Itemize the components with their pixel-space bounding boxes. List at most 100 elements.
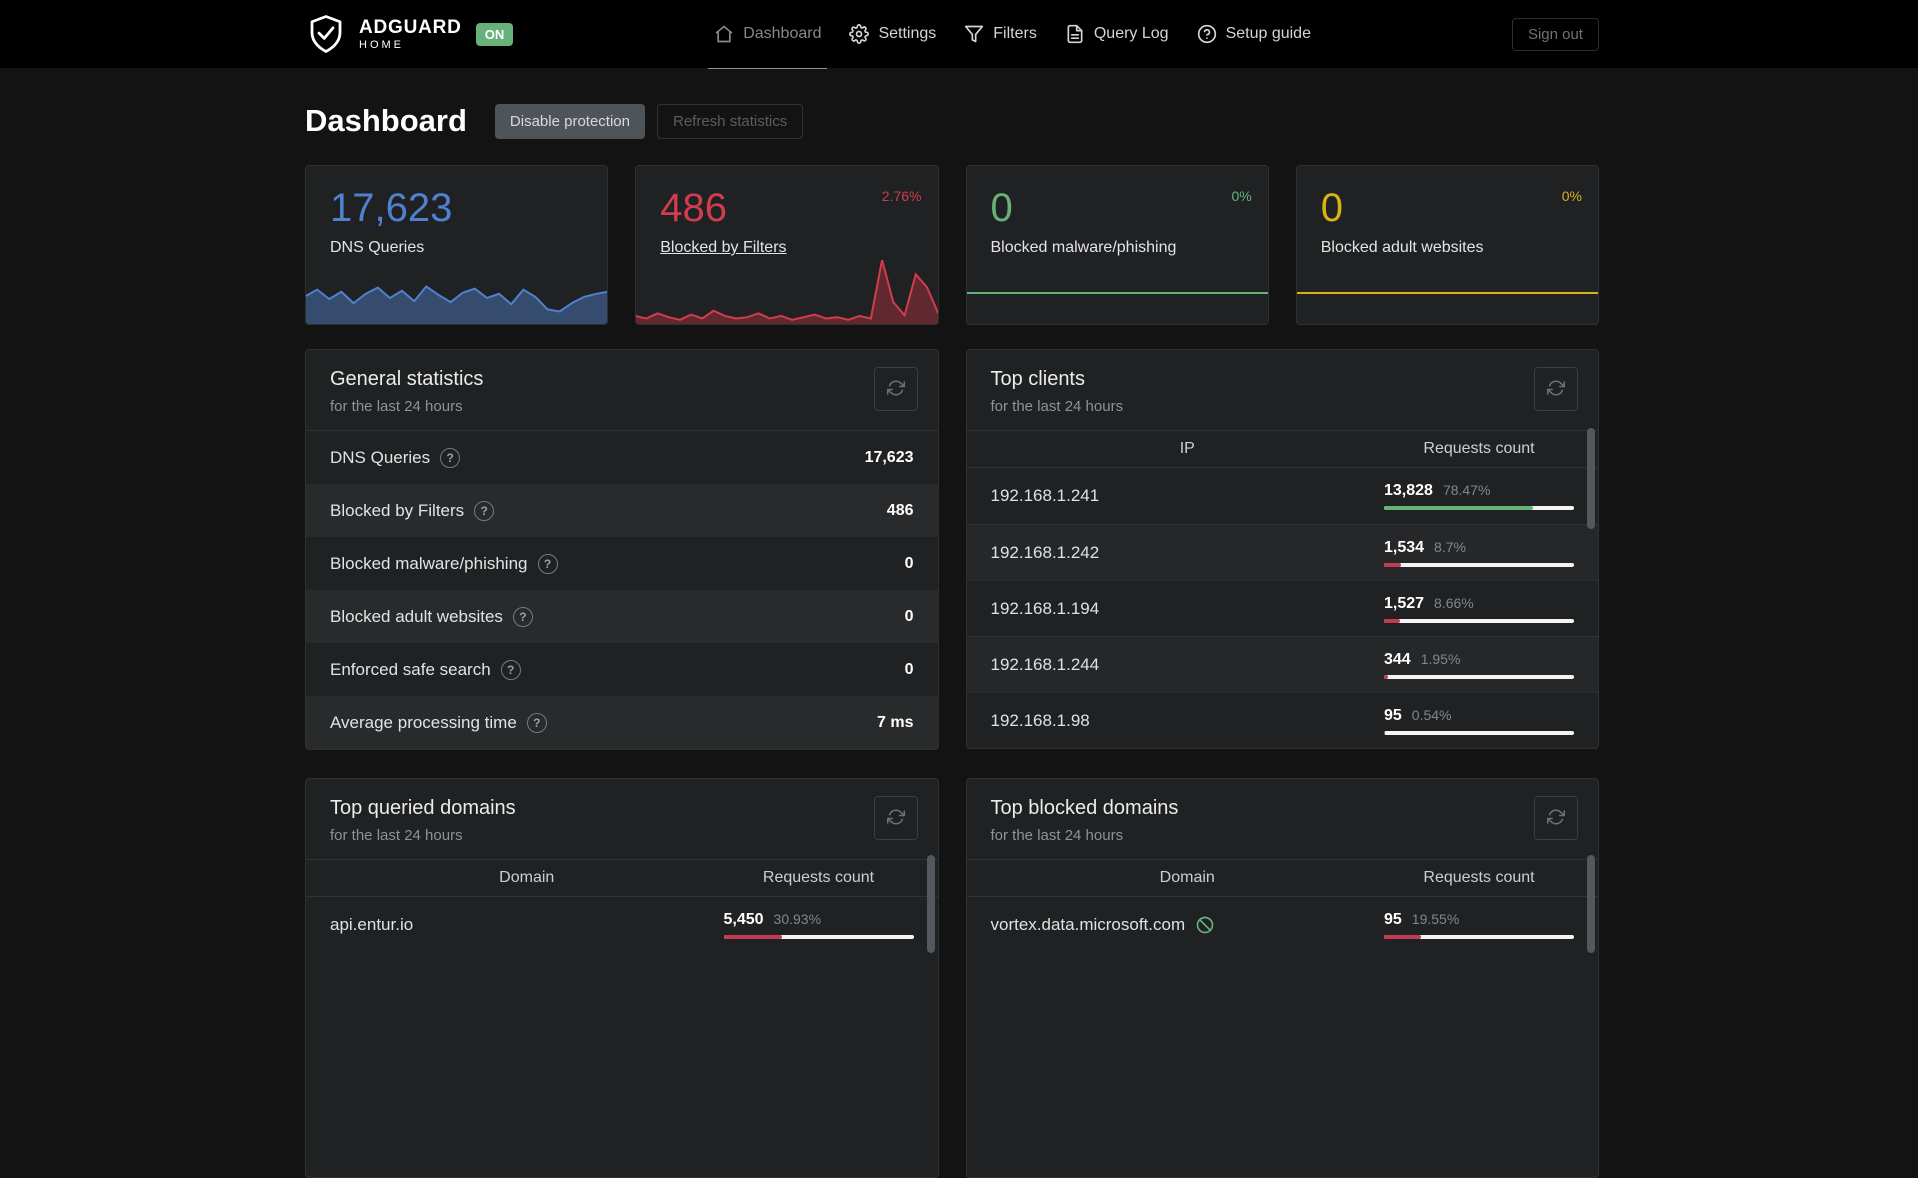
stat-label: Blocked adult websites [1320,239,1484,256]
card-header: General statistics for the last 24 hours [306,350,938,431]
domain-cell: api.entur.io [330,915,724,935]
disable-protection-button[interactable]: Disable protection [494,103,645,139]
top-clients-card: Top clients for the last 24 hours IP Req… [965,349,1599,749]
requests-count: 95 [1384,706,1402,724]
refresh-card-button[interactable] [1534,367,1578,411]
protection-status-badge: ON [475,22,514,46]
title-row: Dashboard Disable protection Refresh sta… [305,68,1599,139]
general-statistics-card: General statistics for the last 24 hours… [305,349,939,750]
card-title: General statistics [330,368,484,390]
help-icon[interactable]: ? [500,659,521,680]
help-icon[interactable]: ? [537,553,558,574]
table-row: api.entur.io 5,450 30.93% [306,897,938,953]
card-subtitle: for the last 24 hours [330,398,463,415]
column-requests-count: Requests count [762,869,875,886]
client-ip: 192.168.1.244 [990,654,1100,674]
client-ip: 192.168.1.242 [990,542,1100,562]
nav-item-label: Query Log [1093,25,1169,42]
stats-label-text: DNS Queries [330,447,431,467]
top-queried-domains-card: Top queried domains for the last 24 hour… [305,778,939,1178]
page-title: Dashboard [305,103,467,138]
nav-item-label: Dashboard [743,25,822,42]
stat-card-blocked-by-filters: 486 Blocked by Filters 2.76% [635,165,939,325]
stat-label: DNS Queries [330,239,425,256]
progress-bar [723,935,914,939]
nav-item-label: Setup guide [1225,25,1311,42]
stat-percent: 0% [1561,188,1582,204]
stat-card-blocked-malware-phishing: 0 Blocked malware/phishing 0% [965,165,1269,325]
card-title: Top clients [990,368,1086,390]
adguard-home-logo[interactable]: ADGUARD HOME [305,13,462,55]
nav-item-settings[interactable]: Settings [849,0,936,68]
requests-cell: 1,534 8.7% [1384,539,1574,567]
client-ip-cell: 192.168.1.194 [991,599,1385,619]
domain-cell: vortex.data.microsoft.com [991,915,1385,935]
requests-percent: 8.66% [1434,594,1474,611]
stats-value: 0 [904,607,914,625]
refresh-statistics-button[interactable]: Refresh statistics [657,103,804,139]
stats-value: 17,623 [864,448,914,466]
stats-row: DNS Queries? 17,623 [306,431,938,484]
query-log-icon [1065,24,1085,44]
client-ip-cell: 192.168.1.242 [991,543,1385,563]
progress-bar-fill [1384,730,1386,735]
progress-bar-fill [1384,562,1401,567]
help-icon[interactable]: ? [526,712,547,733]
shield-check-icon [305,13,347,55]
stat-percent: 0% [1231,188,1252,204]
help-icon[interactable]: ? [512,606,533,627]
scrollbar-thumb[interactable] [1587,428,1595,529]
top-blocked-domains-table: vortex.data.microsoft.com 95 19.55% [967,897,1599,953]
requests-cell: 5,450 30.93% [723,911,914,939]
flat-line-chart [966,292,1268,294]
stats-label-text: Enforced safe search [330,659,491,679]
progress-bar-fill [1384,506,1534,510]
stat-label-link[interactable]: Blocked by Filters [660,239,786,256]
nav-item-label: Filters [993,25,1037,42]
requests-percent: 19.55% [1411,911,1460,927]
requests-percent: 8.7% [1434,538,1466,555]
column-requests-count: Requests count [1423,440,1535,457]
refresh-card-button[interactable] [873,796,918,840]
bottom-cards-row: Top queried domains for the last 24 hour… [305,778,1599,1178]
refresh-icon [886,808,905,829]
table-row: 192.168.1.242 1,534 8.7% [966,524,1598,580]
progress-bar [1384,562,1574,567]
scrollbar-thumb[interactable] [1587,855,1595,953]
sign-out-button[interactable]: Sign out [1511,17,1599,51]
help-icon[interactable]: ? [474,500,495,521]
help-icon[interactable]: ? [440,447,461,468]
refresh-card-button[interactable] [873,367,918,411]
requests-count-line: 95 0.54% [1384,707,1574,725]
nav-item-query-log[interactable]: Query Log [1065,0,1169,68]
requests-cell: 95 19.55% [1384,911,1574,939]
domain-name: api.entur.io [330,915,414,934]
general-statistics-table: DNS Queries? 17,623 Blocked by Filters? 486… [306,431,938,749]
nav-item-dashboard[interactable]: Dashboard [708,0,828,69]
progress-bar [1384,674,1574,679]
table-row: 192.168.1.194 1,527 8.66% [966,580,1598,636]
card-subtitle: for the last 24 hours [990,827,1124,844]
stats-row: Blocked by Filters? 486 [306,484,938,537]
refresh-card-button[interactable] [1534,796,1578,840]
client-ip-cell: 192.168.1.244 [991,655,1385,675]
stat-label: Blocked by Filters [636,239,937,257]
nav-item-setup-guide[interactable]: Setup guide [1197,0,1311,68]
progress-bar-fill [1384,935,1422,939]
nav-item-label: Settings [878,25,937,42]
column-requests-count: Requests count [1423,869,1535,886]
stats-label: Blocked adult websites? [330,606,533,627]
stats-row: Blocked malware/phishing? 0 [306,537,938,590]
requests-count: 95 [1384,911,1402,928]
stats-value: 0 [904,554,914,572]
requests-cell: 1,527 8.66% [1384,595,1574,623]
domain-name: vortex.data.microsoft.com [990,915,1186,934]
scrollbar-thumb[interactable] [926,855,935,953]
table-header: Domain Requests count [966,860,1598,897]
stats-label: Blocked malware/phishing? [330,553,558,574]
progress-bar [1384,618,1574,623]
stats-label: Average processing time? [330,712,547,733]
progress-bar-fill [723,935,783,939]
page-content: Dashboard Disable protection Refresh sta… [305,68,1599,1178]
nav-item-filters[interactable]: Filters [964,0,1037,68]
